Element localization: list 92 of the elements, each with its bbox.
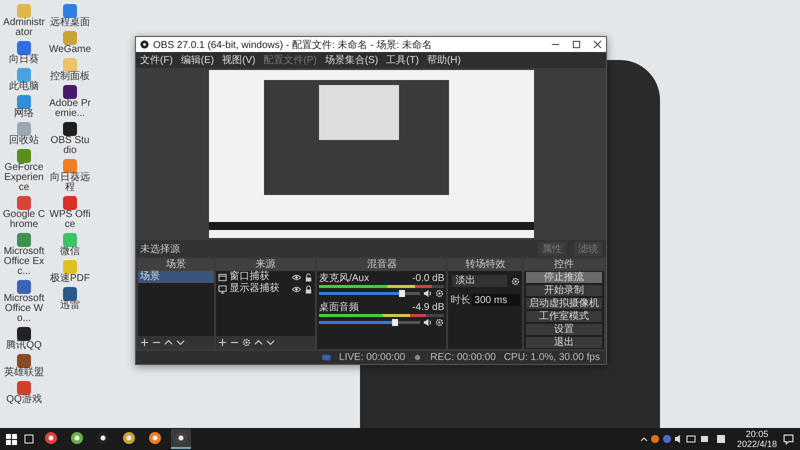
dock-title: 控件: [524, 259, 604, 271]
eye-icon[interactable]: [292, 284, 302, 294]
control-button[interactable]: 启动虚拟摄像机: [526, 298, 602, 309]
no-source-label: 未选择源: [140, 242, 181, 256]
menu-item[interactable]: 视图(V): [222, 53, 256, 67]
shortcut-label: WeGame: [48, 45, 92, 55]
cpu-fps: CPU: 1.0%, 30.00 fps: [504, 352, 600, 363]
control-button[interactable]: 开始录制: [526, 285, 602, 296]
settings-icon[interactable]: [435, 318, 444, 327]
dock-title: 来源: [216, 259, 316, 271]
control-button[interactable]: 退出: [526, 337, 602, 348]
live-time: LIVE: 00:00:00: [339, 352, 406, 363]
app-logo-icon: [140, 40, 149, 49]
window-title: OBS 27.0.1 (64-bit, windows) - 配置文件: 未命名 - 场景: 未命名: [153, 38, 433, 52]
volume-slider[interactable]: [319, 292, 420, 295]
settings-icon[interactable]: [435, 289, 444, 298]
shortcut-label: Microsoft Office Wo...: [2, 294, 46, 324]
shortcut-label: Adobe Premie...: [48, 99, 92, 119]
windows-logo-icon[interactable]: [6, 434, 17, 444]
menu-item[interactable]: 工具(T): [386, 53, 419, 67]
dock-title: 场景: [138, 259, 214, 271]
shortcut-label: 远程桌面: [50, 18, 90, 28]
shortcut-label: 回收站: [9, 136, 39, 146]
shortcut-label: 此电脑: [9, 82, 39, 92]
menu-item[interactable]: 编辑(E): [180, 53, 214, 67]
shortcut-label: 网络: [14, 109, 34, 119]
source-item[interactable]: 显示器捕获: [230, 283, 290, 295]
transition-dropdown[interactable]: 淡出: [452, 275, 508, 287]
source-item[interactable]: 窗口捕获: [230, 271, 290, 283]
task-view-icon[interactable]: [23, 434, 35, 444]
control-button[interactable]: 停止推流: [526, 272, 602, 283]
app-shortcut-icon[interactable]: [63, 85, 77, 99]
shortcut-label: Administrator: [2, 18, 46, 38]
shortcut-label: OBS Studio: [50, 136, 90, 156]
dock-title: 混音器: [317, 259, 446, 271]
volume-slider[interactable]: [319, 321, 420, 324]
gear-icon[interactable]: [511, 276, 520, 286]
scene-item[interactable]: 场景: [138, 271, 214, 283]
shortcut-label: WPS Office: [48, 210, 92, 230]
move-up-icon[interactable]: [254, 338, 263, 347]
control-button[interactable]: 工作室模式: [526, 311, 602, 322]
shortcut-label: 腾讯QQ: [6, 341, 42, 351]
live-indicator-icon: [322, 353, 332, 362]
shortcut-label: GeForce Experience: [3, 163, 45, 193]
dock-title: 转场特效: [448, 259, 522, 271]
app-shortcut-icon[interactable]: [63, 122, 77, 136]
maximize-icon[interactable]: [572, 40, 581, 49]
control-button[interactable]: 设置: [526, 324, 602, 335]
app-shortcut-icon[interactable]: [17, 327, 31, 341]
channel-name: 麦克风/Aux: [319, 273, 370, 284]
rec-time: REC: 00:00:00: [430, 352, 496, 363]
notification-icon[interactable]: [783, 434, 794, 444]
shortcut-label: 英雄联盟: [4, 368, 44, 378]
record-dot-icon: [413, 353, 422, 362]
lock-icon[interactable]: [304, 284, 314, 294]
camera-lens-icon: [174, 431, 188, 445]
gear-icon[interactable]: [242, 338, 251, 347]
shortcut-label: Google Chrome: [2, 210, 46, 230]
app-shortcut-icon[interactable]: [17, 354, 31, 368]
speaker-icon[interactable]: [423, 318, 432, 327]
unlocked-icon[interactable]: [304, 272, 314, 282]
clock-time: 20:05: [746, 429, 768, 439]
menu-item[interactable]: 场景集合(S): [324, 53, 378, 67]
move-up-icon[interactable]: [164, 338, 173, 347]
clock-date: 2022/4/18: [736, 439, 777, 449]
shortcut-label: 向日葵: [9, 55, 39, 65]
shortcut-label: 控制面板: [50, 72, 90, 82]
add-icon[interactable]: [218, 338, 227, 347]
menu-item[interactable]: 文件(F): [140, 53, 173, 67]
move-down-icon[interactable]: [176, 338, 185, 347]
eye-icon[interactable]: [292, 272, 302, 282]
shortcut-label: QQ游戏: [6, 395, 42, 405]
menu-item[interactable]: 帮助(H): [426, 53, 461, 67]
shortcut-label: 迅雷: [60, 301, 80, 311]
move-down-icon[interactable]: [266, 338, 275, 347]
shortcut-label: 极速PDF: [50, 274, 90, 284]
browser-icon: [44, 431, 58, 445]
db-reading: -0.0 dB: [412, 273, 444, 284]
app-shortcut-icon[interactable]: [63, 287, 77, 301]
duration-field[interactable]: 300 ms: [472, 294, 520, 306]
close-icon[interactable]: [593, 40, 602, 49]
window-icon: [218, 272, 227, 282]
speaker-icon[interactable]: [423, 289, 432, 298]
duration-label: 时长: [450, 294, 470, 307]
shortcut-label: 向日葵远程: [49, 173, 91, 193]
monitor-icon: [218, 284, 227, 294]
channel-name: 桌面音频: [319, 302, 360, 313]
shortcut-label: 微信: [60, 247, 80, 257]
taskbar-app[interactable]: [171, 429, 191, 449]
add-icon[interactable]: [140, 338, 149, 347]
db-reading: -4.9 dB: [412, 302, 444, 313]
shortcut-label: Microsoft Office Exc...: [2, 247, 46, 277]
